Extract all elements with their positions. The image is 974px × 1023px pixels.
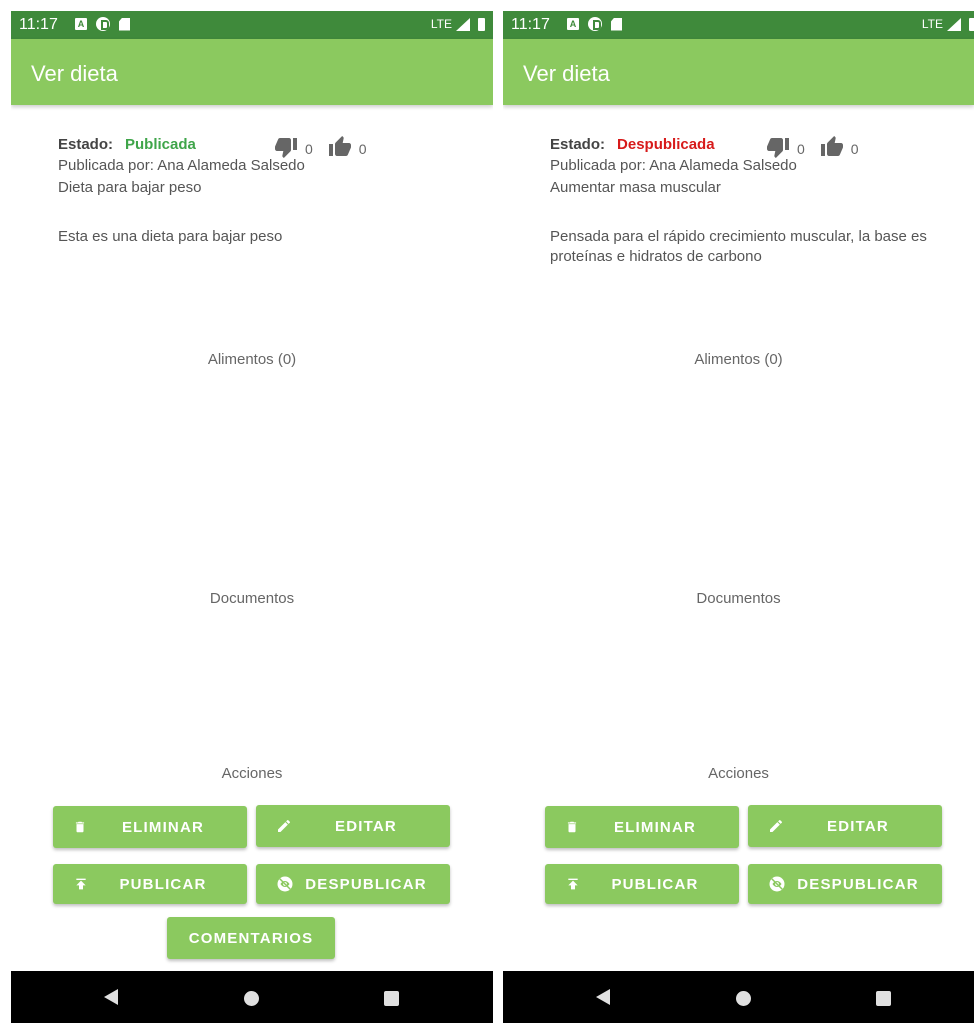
acciones-title: Acciones [708, 765, 769, 782]
back-icon[interactable] [104, 989, 118, 1005]
thumb-down-icon[interactable] [273, 135, 299, 162]
votes: 0 0 [765, 135, 873, 162]
battery-icon [478, 17, 485, 31]
comentarios-button[interactable]: COMENTARIOS [167, 917, 335, 959]
notification-p-icon [96, 17, 110, 31]
dislike-count: 0 [797, 140, 805, 157]
visibility-off-icon [768, 875, 786, 893]
dislike-count: 0 [305, 140, 313, 157]
estado-value: Despublicada [617, 135, 715, 153]
battery-icon [969, 17, 974, 31]
signal-icon [456, 17, 470, 31]
documentos-title: Documentos [696, 590, 781, 607]
trash-icon [565, 819, 579, 835]
status-time: 11:17 [19, 16, 58, 33]
published-by: Publicada por: Ana Alameda Salsedo [58, 157, 305, 174]
publish-icon [565, 875, 581, 893]
estado-label: Estado: [550, 135, 606, 153]
visibility-off-icon [276, 875, 294, 893]
acciones-title: Acciones [221, 765, 283, 782]
home-icon[interactable] [244, 991, 259, 1006]
alimentos-title: Alimentos (0) [694, 351, 783, 368]
thumb-up-icon[interactable] [327, 135, 353, 162]
notification-a-icon: A [567, 18, 579, 30]
pencil-icon [768, 818, 784, 834]
eliminar-button[interactable]: ELIMINAR [545, 806, 739, 848]
votes: 0 0 [273, 135, 381, 162]
despublicar-button[interactable]: DESPUBLICAR [256, 864, 450, 904]
comentarios-label: COMENTARIOS [188, 929, 314, 947]
documentos-title: Documentos [209, 590, 295, 607]
status-time: 11:17 [511, 16, 550, 33]
navigation-bar [503, 971, 974, 1023]
network-type: LTE [921, 17, 943, 31]
diet-info: Estado: Despublicada Publicada por: Ana … [550, 133, 797, 199]
diet-description: Pensada para el rápido crecimiento muscu… [550, 228, 927, 265]
estado-label: Estado: [58, 135, 114, 153]
publicar-button[interactable]: PUBLICAR [53, 864, 247, 904]
page-title: Ver dieta [523, 61, 610, 86]
alimentos-title: Alimentos (0) [207, 351, 297, 368]
like-count: 0 [850, 140, 859, 157]
editar-button[interactable]: EDITAR [256, 805, 450, 847]
publicar-button[interactable]: PUBLICAR [545, 864, 739, 904]
app-bar: Ver dieta [11, 39, 493, 105]
estado-value: Publicada [125, 135, 196, 153]
publish-icon [73, 875, 89, 893]
notification-a-icon: A [75, 18, 87, 30]
thumb-up-icon[interactable] [819, 135, 845, 162]
like-count: 0 [358, 140, 367, 157]
recents-icon[interactable] [384, 991, 399, 1006]
sd-card-icon [119, 17, 130, 31]
page-title: Ver dieta [31, 61, 118, 86]
diet-name: Aumentar masa muscular [550, 179, 721, 196]
eliminar-button[interactable]: ELIMINAR [53, 806, 247, 848]
navigation-bar [11, 971, 493, 1023]
signal-icon [947, 17, 961, 31]
diet-description: Esta es una dieta para bajar peso [58, 228, 283, 245]
despublicar-button[interactable]: DESPUBLICAR [748, 864, 942, 904]
network-type: LTE [430, 17, 452, 31]
status-bar: 11:17 A LTE [503, 11, 974, 39]
published-by: Publicada por: Ana Alameda Salsedo [550, 157, 797, 174]
phone-screen-unpublished: 11:17 A LTE Ver dieta Estado: Despublica… [503, 11, 974, 1023]
notification-p-icon [588, 17, 602, 31]
diet-name: Dieta para bajar peso [58, 179, 202, 196]
recents-icon[interactable] [876, 991, 891, 1006]
app-bar: Ver dieta [503, 39, 974, 105]
phone-screen-published: 11:17 A LTE Ver dieta Estado: Publicada … [11, 11, 493, 1023]
status-bar: 11:17 A LTE [11, 11, 493, 39]
thumb-down-icon[interactable] [765, 135, 791, 162]
back-icon[interactable] [596, 989, 610, 1005]
sd-card-icon [611, 17, 622, 31]
home-icon[interactable] [736, 991, 751, 1006]
editar-button[interactable]: EDITAR [748, 805, 942, 847]
trash-icon [73, 819, 87, 835]
diet-info: Estado: Publicada Publicada por: Ana Ala… [58, 133, 305, 199]
pencil-icon [276, 818, 292, 834]
